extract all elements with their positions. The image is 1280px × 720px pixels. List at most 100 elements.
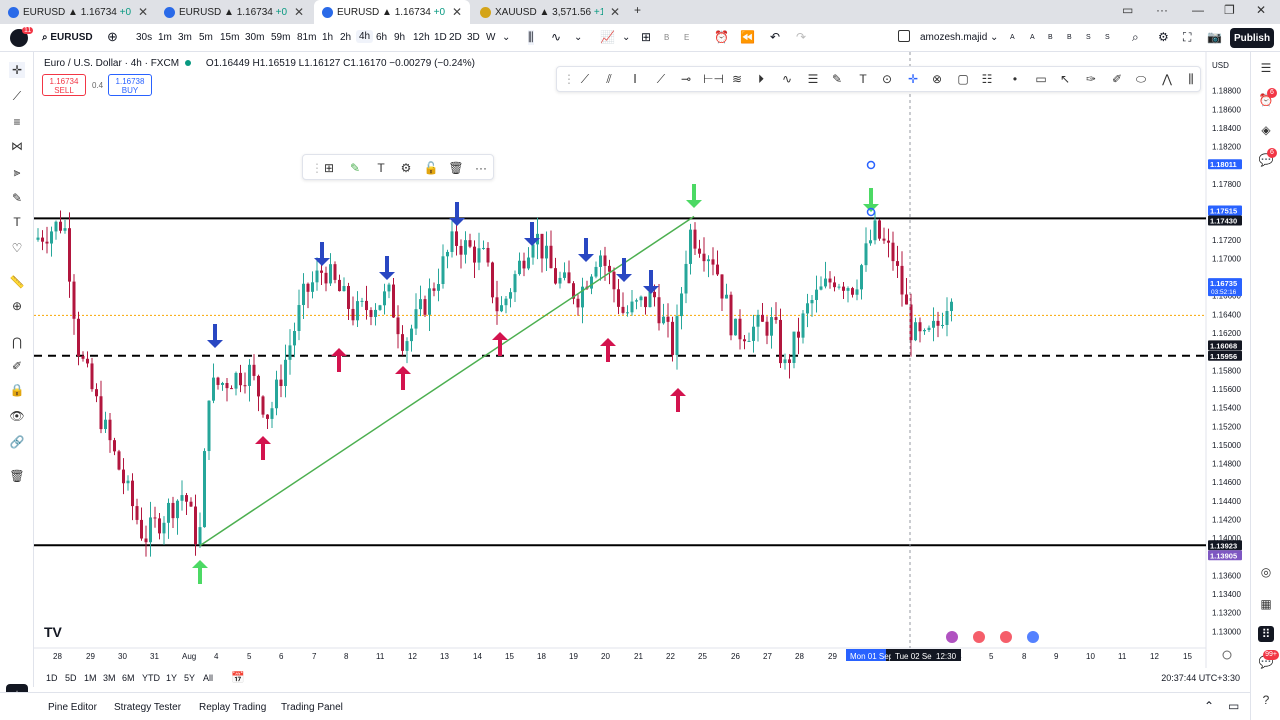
layout-checkbox[interactable]	[898, 30, 910, 42]
interval-6h[interactable]: 6h	[376, 32, 387, 43]
interval-W[interactable]: W	[486, 32, 495, 43]
text-icon[interactable]: T	[373, 160, 389, 176]
interval-15m[interactable]: 15m	[220, 32, 239, 43]
range-icon[interactable]: ⊢⊣	[703, 71, 724, 87]
more-icon[interactable]: ···	[1156, 3, 1168, 17]
flag-s-1[interactable]: S	[1086, 34, 1091, 41]
interval-5m[interactable]: 5m	[199, 32, 213, 43]
crosshair-icon[interactable]: ✛	[905, 71, 921, 87]
layers-icon[interactable]: ◈	[1258, 122, 1274, 138]
horizontal-ray-icon[interactable]: ⊸	[678, 71, 694, 87]
lock-drawing-icon[interactable]: ✐	[9, 358, 25, 374]
cast-icon[interactable]: ▭	[1122, 3, 1133, 17]
close-tab-icon[interactable]: ✕	[452, 5, 462, 19]
sell-button[interactable]: 1.16734 SELL	[42, 74, 86, 96]
interval-9h[interactable]: 9h	[394, 32, 405, 43]
tab-4[interactable]: XAUUSD ▲ 3,571.56 +1.11% ✕	[472, 0, 628, 24]
timezone-clock[interactable]: 20:37:44 UTC+3:30	[1161, 673, 1240, 683]
replay-icon[interactable]: ⏪	[740, 30, 755, 44]
fib-icon[interactable]: ⫸	[9, 164, 25, 180]
tab-1[interactable]: EURUSD ▲ 1.16734 +0.31% ✕	[0, 0, 156, 24]
range-1M[interactable]: 1M	[84, 673, 97, 683]
trend-line-icon[interactable]: ⟋	[577, 71, 593, 87]
minimize-icon[interactable]: —	[1192, 3, 1204, 17]
camera-icon[interactable]: 📷	[1207, 30, 1222, 44]
bars-pattern-icon[interactable]: ⫼	[1183, 71, 1199, 87]
chart-canvas[interactable]: USD1.188001.186001.184001.182001.180001.…	[34, 52, 1250, 668]
symbol-search[interactable]: ⌕ EURUSD	[42, 32, 93, 43]
more-icon[interactable]: ···	[473, 160, 489, 176]
help-icon[interactable]: ?	[1258, 692, 1274, 708]
brush-icon[interactable]: ✎	[829, 71, 845, 87]
close-tab-icon[interactable]: ✕	[294, 5, 304, 19]
undo-icon[interactable]: ↶	[770, 30, 780, 44]
add-symbol-icon[interactable]: ⊕	[107, 29, 118, 45]
interval-1h[interactable]: 1h	[322, 32, 333, 43]
tab-strategy-tester[interactable]: Strategy Tester	[114, 702, 181, 713]
tab-pine-editor[interactable]: Pine Editor	[48, 702, 97, 713]
new-tab-plus-icon[interactable]: +	[634, 3, 641, 17]
calendar-icon[interactable]: ▦	[1258, 596, 1274, 612]
text-tool-icon[interactable]: Ⅰ	[627, 71, 643, 87]
search-icon[interactable]: ⌕	[1132, 30, 1139, 45]
close-tab-icon[interactable]: ✕	[138, 5, 148, 19]
flag-b-1[interactable]: B	[1048, 34, 1053, 41]
lock-icon[interactable]: 🔒	[9, 382, 25, 398]
highlighter-icon[interactable]: ✐	[1109, 71, 1125, 87]
gear-icon[interactable]: ⚙	[1158, 30, 1169, 44]
drag-handle-icon[interactable]: ⋮	[561, 71, 577, 87]
candles-icon[interactable]: ⫼	[528, 30, 534, 45]
fib-fan-icon[interactable]: ≋	[729, 71, 745, 87]
ellipse-icon[interactable]: ⬭	[1133, 71, 1149, 87]
tab-trading-panel[interactable]: Trading Panel	[281, 702, 343, 713]
polyline-icon[interactable]: ⋀	[1159, 71, 1175, 87]
close-window-icon[interactable]: ✕	[1256, 3, 1266, 17]
text-icon[interactable]: T	[9, 214, 25, 230]
flag-e-icon[interactable]: E	[684, 33, 689, 42]
range-All[interactable]: All	[203, 673, 213, 683]
apps-grid-icon[interactable]: ⠿	[1258, 626, 1274, 642]
redo-icon[interactable]: ↷	[796, 30, 806, 44]
line-color-icon[interactable]: ✎	[347, 160, 363, 176]
text-icon[interactable]: T	[855, 71, 871, 87]
chevron-down-icon[interactable]: ⌄	[502, 32, 510, 43]
restore-icon[interactable]: ❐	[1224, 3, 1235, 17]
dot-icon[interactable]: •	[1007, 71, 1023, 87]
interval-2D[interactable]: 2D	[449, 32, 462, 43]
chevron-down-icon[interactable]: ⌄	[622, 32, 630, 43]
chevron-down-icon[interactable]: ⌄	[574, 32, 582, 43]
crosshair-icon[interactable]: ✛	[9, 62, 25, 78]
trash-icon[interactable]: 🗑	[448, 160, 464, 176]
templates-icon[interactable]: ⊞	[641, 30, 651, 44]
rectangle-icon[interactable]: ▢	[955, 71, 971, 87]
wave-icon[interactable]: ∿	[779, 71, 795, 87]
interval-2h[interactable]: 2h	[340, 32, 351, 43]
flag-a-2[interactable]: A	[1030, 34, 1035, 41]
interval-3D[interactable]: 3D	[467, 32, 480, 43]
interval-1m[interactable]: 1m	[158, 32, 172, 43]
collapse-panel-icon[interactable]: ⌃	[1204, 699, 1214, 713]
interval-30s[interactable]: 30s	[136, 32, 152, 43]
fullscreen-icon[interactable]: ⛶	[1183, 30, 1191, 45]
flag-b-2[interactable]: B	[1067, 34, 1072, 41]
parallel-channel-icon[interactable]: ⫽	[601, 71, 617, 87]
lock-icon[interactable]: 🔓	[423, 160, 439, 176]
list-icon[interactable]: ☷	[979, 71, 995, 87]
settings-icon[interactable]: ⚙	[398, 160, 414, 176]
cursor-icon[interactable]: ↖	[1057, 71, 1073, 87]
eye-icon[interactable]: 👁	[9, 408, 25, 424]
range-5Y[interactable]: 5Y	[184, 673, 195, 683]
range-1D[interactable]: 1D	[46, 673, 58, 683]
heart-icon[interactable]: ♡	[9, 240, 25, 256]
tab-replay-trading[interactable]: Replay Trading	[199, 702, 266, 713]
line-chart-icon[interactable]: ∿	[551, 30, 561, 44]
interval-4h[interactable]: 4h	[356, 30, 374, 43]
horizontal-lines-icon[interactable]: ≡	[9, 114, 25, 130]
indicators-icon[interactable]: 📈	[600, 30, 615, 44]
flag-s-2[interactable]: S	[1105, 34, 1110, 41]
publish-button[interactable]: Publish	[1230, 28, 1274, 48]
flag-a-1[interactable]: A	[1010, 34, 1015, 41]
fib-retracement-icon[interactable]: ☰	[805, 71, 821, 87]
magnet-icon[interactable]: ⋂	[9, 334, 25, 350]
watchlist-icon[interactable]: ☰	[1258, 60, 1274, 76]
